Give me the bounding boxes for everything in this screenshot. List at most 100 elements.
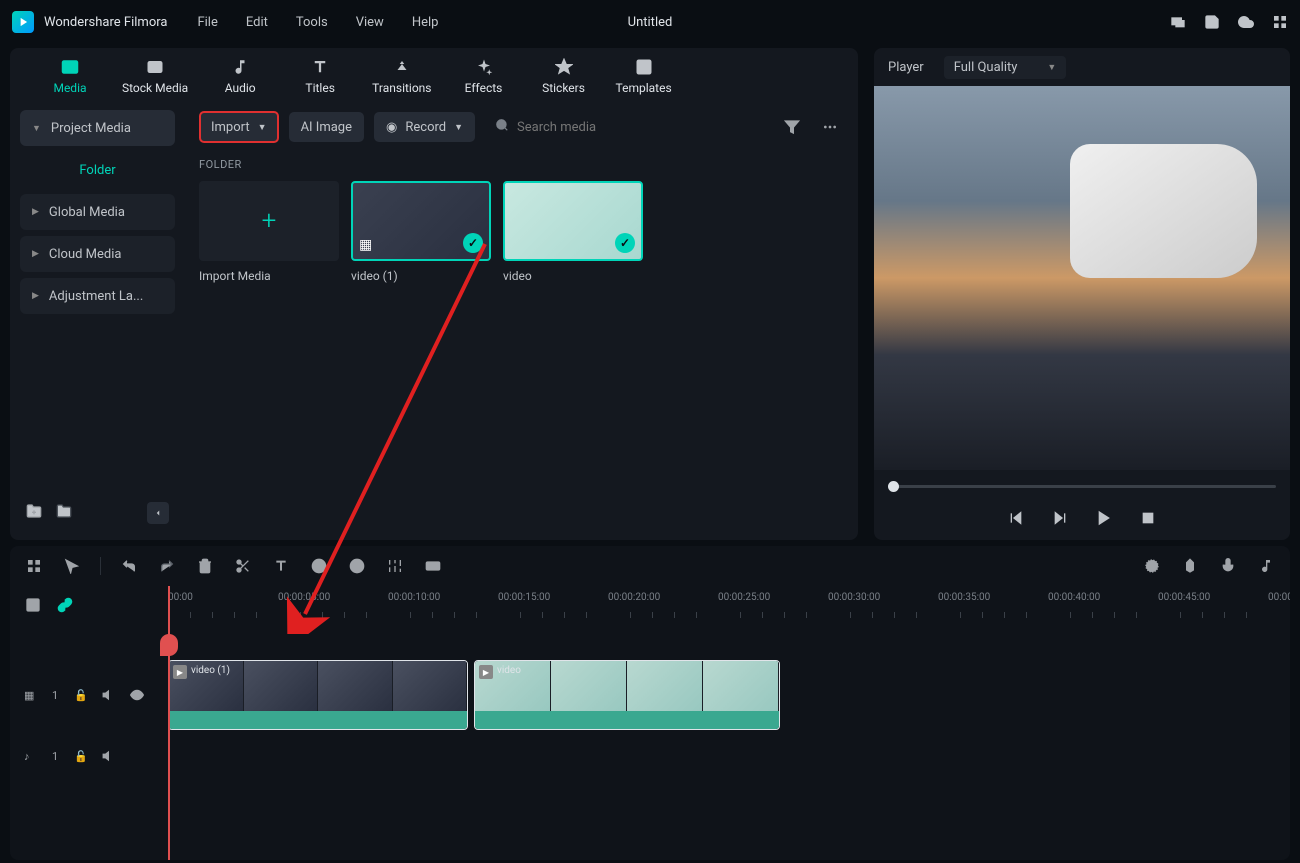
redo-icon[interactable]: [157, 556, 177, 576]
ai-image-button[interactable]: AI Image: [289, 112, 364, 142]
search-icon: [495, 118, 509, 136]
tab-media[interactable]: Media: [30, 53, 110, 99]
menu-edit[interactable]: Edit: [246, 15, 268, 30]
record-button[interactable]: ◉ Record ▼: [374, 112, 475, 142]
tab-templates[interactable]: Templates: [604, 53, 684, 99]
timeline-track-heads: ▦ 1 🔓 ♪ 1 🔓: [10, 586, 160, 860]
quality-dropdown[interactable]: Full Quality ▼: [944, 56, 1067, 79]
caret-down-icon: ▼: [32, 123, 41, 134]
preview-frame: [874, 86, 1290, 470]
player-label: Player: [888, 60, 924, 75]
player-controls: [874, 496, 1290, 540]
scrub-bar[interactable]: [874, 476, 1290, 496]
cursor-icon[interactable]: [62, 556, 82, 576]
tab-audio[interactable]: Audio: [200, 53, 280, 99]
adjust-icon[interactable]: [385, 556, 405, 576]
lock-icon[interactable]: 🔓: [74, 750, 90, 763]
filter-icon[interactable]: [778, 113, 806, 141]
split-icon[interactable]: [233, 556, 253, 576]
prev-frame-button[interactable]: [1006, 508, 1026, 528]
audio-mixer-icon[interactable]: [1256, 556, 1276, 576]
video-track[interactable]: ▶ video (1) ▶ video: [160, 658, 1290, 732]
plus-icon: +: [262, 206, 277, 236]
transitions-icon: [392, 57, 412, 77]
film-icon: ▦: [359, 237, 372, 253]
media-item[interactable]: ✓ video: [503, 181, 643, 283]
video-track-head[interactable]: ▦ 1 🔓: [10, 658, 160, 732]
sidebar-folder[interactable]: Folder: [20, 152, 175, 188]
mute-icon[interactable]: [102, 749, 118, 763]
tab-transitions[interactable]: Transitions: [360, 53, 443, 99]
more-icon[interactable]: [816, 113, 844, 141]
audio-track-head[interactable]: ♪ 1 🔓: [10, 732, 160, 780]
apps-icon[interactable]: [24, 556, 44, 576]
search-box[interactable]: [485, 112, 768, 142]
lock-icon[interactable]: 🔓: [74, 689, 90, 702]
link-icon[interactable]: [56, 596, 74, 614]
step-back-button[interactable]: [1050, 508, 1070, 528]
app-logo-icon: [12, 11, 34, 33]
templates-icon: [635, 57, 653, 77]
clip-type-icon: ▶: [479, 665, 493, 679]
tab-stickers[interactable]: Stickers: [524, 53, 604, 99]
menu-view[interactable]: View: [356, 15, 384, 30]
tab-effects[interactable]: Effects: [444, 53, 524, 99]
timeline-ruler[interactable]: 00:0000:00:05:0000:00:10:0000:00:15:0000…: [160, 586, 1290, 624]
menu-help[interactable]: Help: [412, 15, 439, 30]
sidebar-cloud-media[interactable]: ▶ Cloud Media: [20, 236, 175, 272]
preview-viewport[interactable]: [874, 86, 1290, 470]
media-toolbar: Import ▼ AI Image ◉ Record ▼: [199, 110, 844, 144]
color-icon[interactable]: [309, 556, 329, 576]
top-tabs: Media Stock Media Audio Titles Transitio…: [10, 48, 858, 104]
sidebar-adjustment-layer[interactable]: ▶ Adjustment La...: [20, 278, 175, 314]
mic-icon[interactable]: [1218, 556, 1238, 576]
import-media-tile[interactable]: + Import Media: [199, 181, 339, 283]
timeline-tracks[interactable]: 00:0000:00:05:0000:00:10:0000:00:15:0000…: [160, 586, 1290, 860]
eye-icon[interactable]: [130, 688, 146, 702]
record-icon: ◉: [386, 120, 397, 135]
player-panel: Player Full Quality ▼: [874, 48, 1290, 540]
new-folder-icon[interactable]: [26, 503, 42, 523]
play-button[interactable]: [1094, 508, 1114, 528]
timeline-clip[interactable]: ▶ video (1): [168, 660, 468, 730]
text-icon[interactable]: [271, 556, 291, 576]
chevron-down-icon: ▼: [454, 122, 463, 133]
search-input[interactable]: [517, 120, 758, 135]
stock-media-icon: [145, 57, 165, 77]
mute-icon[interactable]: [102, 688, 118, 702]
render-icon[interactable]: [1142, 556, 1162, 576]
collapse-sidebar-button[interactable]: [147, 502, 169, 524]
timeline-clip[interactable]: ▶ video: [474, 660, 780, 730]
media-grid: + Import Media ▦ ✓ video (1) ✓: [199, 181, 844, 283]
import-button[interactable]: Import ▼: [199, 111, 279, 143]
screens-icon[interactable]: [1170, 14, 1186, 30]
save-icon[interactable]: [1204, 14, 1220, 30]
tab-stock-media[interactable]: Stock Media: [110, 53, 200, 99]
menu-tools[interactable]: Tools: [296, 15, 328, 30]
speed-icon[interactable]: [347, 556, 367, 576]
playhead[interactable]: [168, 586, 170, 860]
chevron-down-icon: ▼: [1047, 62, 1056, 73]
media-panel: Media Stock Media Audio Titles Transitio…: [10, 48, 858, 540]
delete-folder-icon[interactable]: [56, 503, 72, 523]
media-item[interactable]: ▦ ✓ video (1): [351, 181, 491, 283]
tab-titles[interactable]: Titles: [280, 53, 360, 99]
check-icon: ✓: [615, 233, 635, 253]
audio-icon: [231, 57, 249, 77]
caption-icon[interactable]: [423, 556, 443, 576]
scrub-thumb[interactable]: [888, 481, 899, 492]
sidebar-project-media[interactable]: ▼ Project Media: [20, 110, 175, 146]
timeline-panel: ▦ 1 🔓 ♪ 1 🔓 00:0000:00:05:0000:00:10:000…: [10, 546, 1290, 860]
undo-icon[interactable]: [119, 556, 139, 576]
marker-icon[interactable]: [1180, 556, 1200, 576]
cloud-icon[interactable]: [1238, 14, 1254, 30]
grid-icon[interactable]: [1272, 14, 1288, 30]
audio-track[interactable]: [160, 732, 1290, 780]
add-track-icon[interactable]: [24, 596, 42, 614]
sidebar-global-media[interactable]: ▶ Global Media: [20, 194, 175, 230]
effects-icon: [475, 57, 493, 77]
stop-button[interactable]: [1138, 508, 1158, 528]
app-name: Wondershare Filmora: [44, 15, 167, 30]
menu-file[interactable]: File: [197, 15, 217, 30]
delete-icon[interactable]: [195, 556, 215, 576]
